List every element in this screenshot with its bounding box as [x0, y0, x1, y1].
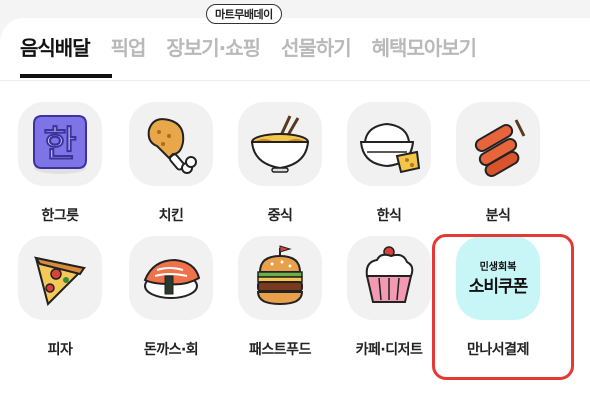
- category-label: 돈까스·회: [143, 342, 199, 358]
- category-hangeureut[interactable]: 한 한그릇: [9, 102, 109, 232]
- category-tonkatsu-hoe[interactable]: 돈까스·회: [120, 236, 220, 366]
- category-fastfood[interactable]: 패스트푸드: [229, 236, 329, 366]
- category-cafe-dessert[interactable]: 카페·디저트: [338, 236, 438, 366]
- tab-pickup[interactable]: 픽업: [111, 34, 147, 68]
- category-tile: [129, 102, 213, 186]
- category-label: 한그릇: [41, 208, 79, 224]
- cupcake-icon: [365, 246, 414, 303]
- category-tile: [347, 236, 431, 320]
- category-label: 치킨: [158, 208, 184, 224]
- category-label: 패스트푸드: [249, 342, 311, 358]
- hangul-han-icon: 한: [33, 115, 87, 174]
- category-korean[interactable]: 한식: [338, 102, 438, 232]
- category-pizza[interactable]: 피자: [9, 236, 109, 366]
- category-bunsik[interactable]: 분식: [447, 102, 547, 232]
- tab-benefits[interactable]: 혜택모아보기: [372, 34, 477, 68]
- category-tile: [347, 102, 431, 186]
- category-chicken[interactable]: 치킨: [120, 102, 220, 232]
- tab-divider: [0, 80, 590, 81]
- tab-gift[interactable]: 선물하기: [281, 34, 352, 68]
- category-label: 카페·디저트: [355, 342, 423, 358]
- highlight-box: [432, 234, 574, 380]
- active-tab-indicator: [20, 74, 112, 78]
- sushi-icon: [143, 258, 201, 299]
- svg-text:한: 한: [43, 124, 76, 165]
- category-label: 중식: [267, 208, 293, 224]
- category-label: 분식: [485, 208, 511, 224]
- category-tile: 한: [18, 102, 102, 186]
- category-label: 피자: [47, 342, 73, 358]
- rice-bowl-icon: [359, 122, 421, 174]
- noodle-bowl-icon: [250, 115, 310, 173]
- category-tile: [18, 236, 102, 320]
- service-tabs: 음식배달 픽업 장보기·쇼핑 선물하기 혜택모아보기: [20, 34, 477, 68]
- category-tile: [238, 236, 322, 320]
- category-tile: [238, 102, 322, 186]
- tab-shopping[interactable]: 장보기·쇼핑: [166, 34, 261, 68]
- category-label: 한식: [376, 208, 402, 224]
- tab-food-delivery[interactable]: 음식배달: [20, 34, 91, 68]
- tteokbokki-icon: [474, 119, 526, 177]
- burger-icon: [256, 245, 304, 306]
- category-tile: [129, 236, 213, 320]
- category-tile: [456, 102, 540, 186]
- category-chinese[interactable]: 중식: [229, 102, 329, 232]
- chicken-drumstick-icon: [147, 118, 197, 174]
- mart-free-delivery-badge[interactable]: 마트무배데이: [206, 4, 282, 24]
- pizza-slice-icon: [33, 256, 87, 306]
